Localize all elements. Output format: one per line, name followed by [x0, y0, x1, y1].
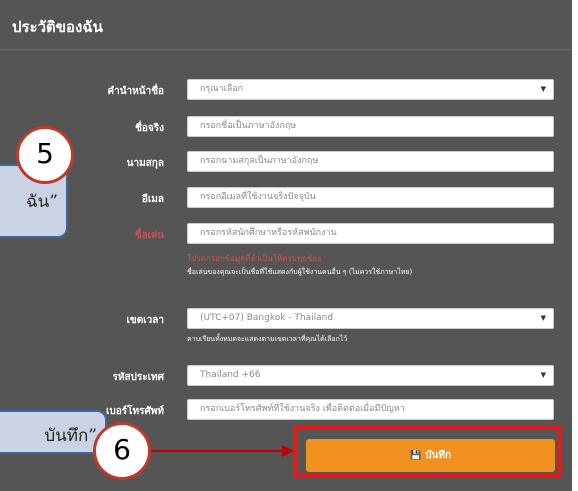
country-code-select[interactable]: Thailand +66 ▼: [187, 365, 554, 386]
step6-callout-text: บันทึก”: [44, 426, 97, 446]
step6-callout: บันทึก”: [0, 410, 107, 454]
email-label: อีเมล: [141, 194, 164, 205]
country-code-value: Thailand +66: [200, 370, 261, 380]
title-label: คำนำหน้าชื่อ: [107, 86, 164, 97]
email-placeholder: กรอกอีเมลที่ใช้งานจริงปัจจุบัน: [200, 192, 316, 202]
timezone-hint-text: คาบเรียนทั้งหมดจะแสดงตามเขตเวลาที่คุณได้…: [187, 335, 348, 343]
nickname-label: ชื่อเล่น: [134, 230, 164, 241]
country-code-label: รหัสประเทศ: [112, 372, 164, 383]
first-name-placeholder: กรอกชื่อเป็นภาษาอังกฤษ: [200, 121, 297, 131]
panel-header: ประวัติของฉัน: [0, 0, 572, 50]
step5-callout-text: ฉัน”: [26, 192, 58, 212]
nickname-hint-text: ชื่อเล่นของคุณจะเป็นชื่อที่ใช้แสดงกับผู้…: [187, 268, 413, 276]
step6-number-badge: 6: [93, 422, 151, 480]
last-name-label: นามสกุล: [126, 158, 164, 169]
last-name-field[interactable]: กรอกนามสกุลเป็นภาษาอังกฤษ: [187, 151, 554, 172]
first-name-field[interactable]: กรอกชื่อเป็นภาษาอังกฤษ: [187, 116, 554, 137]
title-select[interactable]: กรุณาเลือก ▼: [187, 79, 554, 100]
nickname-field[interactable]: กรอกรหัสนักศึกษาหรือรหัสพนักงาน: [187, 223, 554, 244]
last-name-placeholder: กรอกนามสกุลเป็นภาษาอังกฤษ: [200, 156, 319, 166]
page-title: ประวัติของฉัน: [12, 18, 103, 36]
title-select-value: กรุณาเลือก: [200, 84, 244, 94]
timezone-label: เขตเวลา: [126, 315, 164, 326]
timezone-select[interactable]: (UTC+07) Bangkok - Thailand ▼: [187, 308, 554, 329]
first-name-label: ชื่อจริง: [135, 123, 164, 134]
chevron-down-icon: ▼: [540, 371, 546, 379]
email-field[interactable]: กรอกอีเมลที่ใช้งานจริงปัจจุบัน: [187, 187, 554, 208]
save-button-highlight: [294, 425, 561, 478]
phone-field[interactable]: กรอกเบอร์โทรศัพท์ที่ใช้งานจริง เพื่อติดต…: [187, 399, 554, 420]
timezone-value: (UTC+07) Bangkok - Thailand: [200, 313, 334, 323]
chevron-down-icon: ▼: [540, 85, 546, 93]
nickname-placeholder: กรอกรหัสนักศึกษาหรือรหัสพนักงาน: [200, 228, 337, 238]
nickname-error-text: โปรดกรอกข้อมูลที่จำเป็นให้ครบทุกช่อง: [187, 254, 322, 263]
chevron-down-icon: ▼: [540, 314, 546, 322]
phone-placeholder: กรอกเบอร์โทรศัพท์ที่ใช้งานจริง เพื่อติดต…: [200, 404, 405, 414]
step5-number-badge: 5: [16, 126, 74, 184]
